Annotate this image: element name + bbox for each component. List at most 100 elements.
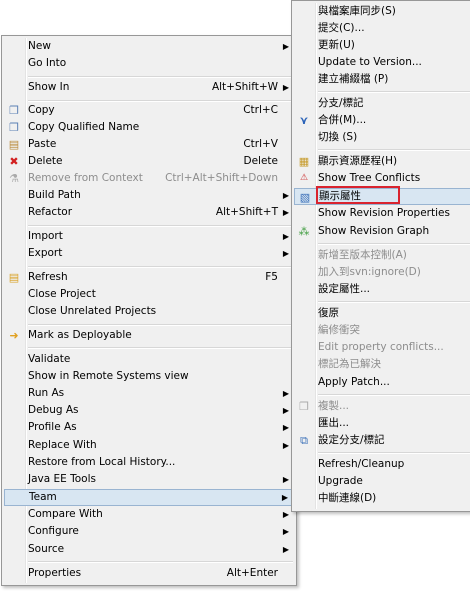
shortcut-label: Ctrl+Alt+Shift+Down bbox=[165, 172, 278, 184]
menu-item-label: Remove from Context bbox=[28, 172, 143, 184]
callout-highlight-box bbox=[316, 186, 400, 204]
menu-item-compare-with[interactable]: Compare With ▶ bbox=[4, 506, 294, 523]
menu-item-properties[interactable]: Properties Alt+Enter bbox=[4, 565, 294, 582]
delete-icon: ✖ bbox=[9, 155, 19, 168]
menu-item-label: Profile As bbox=[28, 421, 77, 433]
submenu-arrow-icon: ▶ bbox=[282, 208, 289, 217]
submenu-item-update-to-version[interactable]: Update to Version... bbox=[294, 54, 471, 71]
submenu-item-set-branch-tag[interactable]: ⧉ 設定分支/標記 bbox=[294, 432, 471, 449]
submenu-item-branch-tag[interactable]: 分支/標記 bbox=[294, 95, 471, 112]
menu-item-label: 提交(C)... bbox=[318, 22, 365, 34]
paste-icon: ▤ bbox=[8, 138, 20, 151]
submenu-item-synchronize[interactable]: 與檔案庫同步(S) bbox=[294, 3, 471, 20]
submenu-arrow-icon: ▶ bbox=[282, 389, 289, 398]
menu-item-go-into[interactable]: Go Into bbox=[4, 55, 294, 72]
menu-item-mark-as-deployable[interactable]: ➜ Mark as Deployable bbox=[4, 327, 294, 344]
menu-item-debug-as[interactable]: Debug As ▶ bbox=[4, 402, 294, 419]
submenu-item-edit-property-conflicts[interactable]: Edit property conflicts... bbox=[294, 339, 471, 356]
shortcut-label: F5 bbox=[265, 271, 278, 283]
menu-item-label: Configure bbox=[28, 525, 79, 537]
menu-item-refresh[interactable]: ▤ Refresh F5 bbox=[4, 269, 294, 286]
menu-separator bbox=[318, 91, 470, 93]
menu-item-restore-from-local-history[interactable]: Restore from Local History... bbox=[4, 454, 294, 471]
submenu-item-merge[interactable]: ⋎ 合併(M)... bbox=[294, 112, 471, 129]
submenu-item-create-patch[interactable]: 建立補綴檔 (P) bbox=[294, 71, 471, 88]
menu-item-profile-as[interactable]: Profile As ▶ bbox=[4, 419, 294, 436]
menu-item-build-path[interactable]: Build Path ▶ bbox=[4, 187, 294, 204]
menu-item-show-in-remote-systems[interactable]: Show in Remote Systems view bbox=[4, 368, 294, 385]
menu-item-label: Show Revision Properties bbox=[318, 207, 450, 219]
menu-item-label: Delete bbox=[28, 155, 63, 167]
menu-item-close-unrelated-projects[interactable]: Close Unrelated Projects bbox=[4, 303, 294, 320]
menu-item-export[interactable]: Export ▶ bbox=[4, 245, 294, 262]
menu-item-java-ee-tools[interactable]: Java EE Tools ▶ bbox=[4, 471, 294, 488]
submenu-arrow-icon: ▶ bbox=[282, 423, 289, 432]
menu-item-configure[interactable]: Configure ▶ bbox=[4, 523, 294, 540]
menu-item-new[interactable]: New ▶ bbox=[4, 38, 294, 55]
submenu-item-apply-patch[interactable]: Apply Patch... bbox=[294, 374, 471, 391]
menu-item-delete[interactable]: ✖ Delete Delete bbox=[4, 153, 294, 170]
menu-separator bbox=[28, 76, 293, 78]
menu-item-close-project[interactable]: Close Project bbox=[4, 286, 294, 303]
shortcut-label: Alt+Enter bbox=[226, 567, 278, 579]
menu-item-validate[interactable]: Validate bbox=[4, 351, 294, 368]
menu-item-label: 匯出... bbox=[318, 417, 350, 429]
menu-separator bbox=[28, 225, 293, 227]
submenu-item-refresh-cleanup[interactable]: Refresh/Cleanup bbox=[294, 456, 471, 473]
submenu-item-show-tree-conflicts[interactable]: ⚠ Show Tree Conflicts bbox=[294, 170, 471, 187]
submenu-item-update[interactable]: 更新(U) bbox=[294, 37, 471, 54]
submenu-item-show-revision-properties[interactable]: Show Revision Properties bbox=[294, 205, 471, 222]
menu-item-label: Import bbox=[28, 230, 63, 242]
submenu-arrow-icon: ▶ bbox=[282, 527, 289, 536]
submenu-item-mark-resolved[interactable]: 標記為已解決 bbox=[294, 356, 471, 373]
menu-item-replace-with[interactable]: Replace With ▶ bbox=[4, 437, 294, 454]
submenu-item-export[interactable]: 匯出... bbox=[294, 415, 471, 432]
remove-context-icon: ⚗ bbox=[9, 172, 19, 185]
tree-conflicts-icon: ⚠ bbox=[299, 173, 309, 183]
menu-item-copy-qualified-name[interactable]: ❐ Copy Qualified Name bbox=[4, 119, 294, 136]
menu-item-import[interactable]: Import ▶ bbox=[4, 228, 294, 245]
menu-item-label: Source bbox=[28, 543, 65, 555]
menu-item-label: Validate bbox=[28, 353, 71, 365]
submenu-arrow-icon: ▶ bbox=[282, 510, 289, 519]
submenu-item-show-revision-graph[interactable]: ⁂ Show Revision Graph bbox=[294, 223, 471, 240]
submenu-item-upgrade[interactable]: Upgrade bbox=[294, 473, 471, 490]
menu-item-show-in[interactable]: Show In Alt+Shift+W ▶ bbox=[4, 79, 294, 96]
menu-item-refactor[interactable]: Refactor Alt+Shift+T ▶ bbox=[4, 204, 294, 221]
menu-item-remove-from-context[interactable]: ⚗ Remove from Context Ctrl+Alt+Shift+Down bbox=[4, 170, 294, 187]
menu-item-team[interactable]: Team ▶ bbox=[4, 489, 294, 506]
menu-item-label: Compare With bbox=[28, 508, 103, 520]
menu-item-label: Refactor bbox=[28, 206, 73, 218]
copy-icon: ❐ bbox=[9, 104, 19, 117]
submenu-item-switch[interactable]: 切換 (S) bbox=[294, 129, 471, 146]
menu-item-label: Show Tree Conflicts bbox=[318, 172, 421, 184]
menu-item-label: Run As bbox=[28, 387, 65, 399]
menu-item-label: Copy Qualified Name bbox=[28, 121, 140, 133]
submenu-item-disconnect[interactable]: 中斷連線(D) bbox=[294, 490, 471, 507]
menu-item-label: 標記為已解決 bbox=[318, 358, 381, 370]
submenu-arrow-icon: ▶ bbox=[282, 232, 289, 241]
submenu-arrow-icon: ▶ bbox=[282, 42, 289, 51]
submenu-item-commit[interactable]: 提交(C)... bbox=[294, 20, 471, 37]
menu-item-copy[interactable]: ❐ Copy Ctrl+C bbox=[4, 102, 294, 119]
shortcut-label: Alt+Shift+W bbox=[211, 81, 278, 93]
branch-tag-icon: ⧉ bbox=[300, 434, 308, 447]
submenu-arrow-icon: ▶ bbox=[281, 493, 288, 502]
submenu-item-set-property[interactable]: 設定屬性... bbox=[294, 281, 471, 298]
menu-item-paste[interactable]: ▤ Paste Ctrl+V bbox=[4, 136, 294, 153]
mark-deployable-icon: ➜ bbox=[9, 329, 19, 342]
submenu-item-edit-conflicts[interactable]: 編修衝突 bbox=[294, 322, 471, 339]
shortcut-label: Ctrl+V bbox=[243, 138, 278, 150]
properties-icon: ▧ bbox=[299, 191, 311, 204]
submenu-item-copy[interactable]: ❐ 複製... bbox=[294, 398, 471, 415]
revision-graph-icon: ⁂ bbox=[298, 225, 310, 238]
menu-item-source[interactable]: Source ▶ bbox=[4, 541, 294, 558]
menu-item-label: 建立補綴檔 (P) bbox=[318, 73, 389, 85]
submenu-item-revert[interactable]: 復原 bbox=[294, 305, 471, 322]
menu-item-run-as[interactable]: Run As ▶ bbox=[4, 385, 294, 402]
submenu-item-add-to-svn-ignore[interactable]: 加入到svn:ignore(D) bbox=[294, 264, 471, 281]
svn-copy-icon: ❐ bbox=[299, 400, 309, 413]
menu-item-label: 復原 bbox=[318, 307, 339, 319]
submenu-item-show-history[interactable]: ▦ 顯示資源歷程(H) bbox=[294, 153, 471, 170]
submenu-item-add-to-version-control[interactable]: 新增至版本控制(A) bbox=[294, 247, 471, 264]
